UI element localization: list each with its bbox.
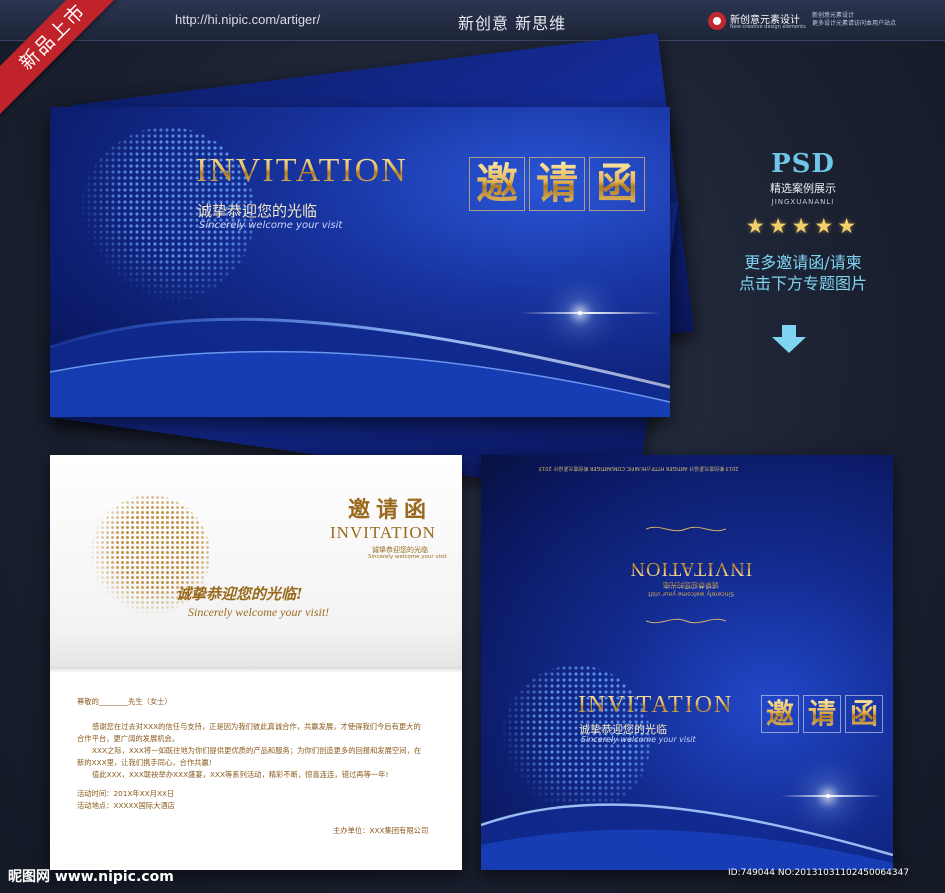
promo-line-2[interactable]: 点击下方专题图片 bbox=[718, 273, 888, 294]
salutation: 尊敬的________先生（女士） bbox=[77, 697, 172, 706]
back-top-text: 2013 新创意元素设计 ARTIGER HTTP://HI.NIPIC.COM… bbox=[539, 465, 739, 471]
letter-para-2a: XXX之际，XXX将一如既往地为你们提供更优质的产品和服务；为你们创造更多的回报… bbox=[92, 746, 422, 755]
back-subtitle-en: Sincerely welcome your visit bbox=[581, 735, 696, 744]
letter-para-1b: 合作平台，更广阔的发展机会。 bbox=[77, 734, 180, 743]
inner-title-en: INVITATION bbox=[330, 523, 436, 542]
cover-subtitle-en: Sincerely welcome your visit bbox=[199, 220, 343, 231]
psd-label: PSD bbox=[771, 149, 835, 179]
mirror-sub-cn: 诚挚恭迎您的光临 bbox=[611, 580, 771, 590]
brand-subtitle: New creative design elements bbox=[730, 24, 806, 30]
event-place: 活动地点：XXXXX国际大酒店 bbox=[77, 801, 175, 810]
cover-subtitle-cn: 诚挚恭迎您的光临 bbox=[197, 202, 318, 220]
brand-right-text: 新创意元素设计 更多设计元素请访问本用户站点 bbox=[812, 12, 897, 27]
event-host: 主办单位：XXX集团有限公司 bbox=[333, 826, 429, 835]
mirror-sub-en: Sincerely welcome your visit bbox=[611, 590, 771, 597]
inner-headline-en: Sincerely welcome your visit! bbox=[188, 605, 330, 619]
brand-logo-icon bbox=[708, 12, 726, 30]
mirror-title: INVITATION bbox=[611, 557, 771, 580]
cover-title-cn: 邀 请 函 bbox=[469, 157, 645, 211]
invitation-inner-page[interactable]: 邀请函 INVITATION 诚挚恭迎您的光临 Sincerely welcom… bbox=[50, 455, 462, 870]
invitation-back-page[interactable]: 2013 新创意元素设计 ARTIGER HTTP://HI.NIPIC.COM… bbox=[481, 455, 893, 870]
inner-headline-cn: 诚挚恭迎您的光临! bbox=[176, 585, 303, 603]
cover-title-en: INVITATION bbox=[196, 152, 408, 189]
slogan-text: 新创意 新思维 bbox=[458, 14, 567, 33]
lens-flare bbox=[578, 311, 582, 315]
back-cn-char: 请 bbox=[803, 695, 841, 733]
letter-para-1a: 感谢您在过去对XXX的信任与支持，正是因为我们彼此真诚合作，共赢发展，才使得我们… bbox=[92, 722, 421, 731]
author-url-link[interactable]: http://hi.nipic.com/artiger/ bbox=[175, 12, 320, 27]
image-id: ID:749044 NO:20131031102450064347 bbox=[728, 868, 910, 878]
cover-cn-char: 请 bbox=[529, 157, 585, 211]
promo-line-1[interactable]: 更多邀请函/请柬 bbox=[718, 252, 888, 273]
back-light-wave bbox=[481, 803, 893, 870]
invitation-cover-preview[interactable]: INVITATION 邀 请 函 诚挚恭迎您的光临 Sincerely welc… bbox=[50, 107, 670, 417]
top-bar: http://hi.nipic.com/artiger/ 新创意 新思维 新创意… bbox=[0, 0, 945, 41]
fold-line bbox=[50, 667, 462, 673]
ornament-top-icon bbox=[646, 526, 726, 532]
showcase-label: 精选案例展示 bbox=[770, 182, 836, 195]
event-time: 活动时间：201X年XX月XX日 bbox=[77, 789, 175, 798]
back-title-cn: 邀 请 函 bbox=[761, 695, 883, 733]
ornament-bottom-icon bbox=[646, 618, 726, 624]
side-promo: PSD 精选案例展示 JINGXUANANLI ★★★★★ 更多邀请函/请柬 点… bbox=[718, 150, 888, 294]
back-title-en: INVITATION bbox=[578, 692, 734, 718]
light-wave-decoration bbox=[50, 317, 670, 417]
back-lens-flare bbox=[826, 794, 830, 798]
brand-block[interactable]: 新创意元素设计 New creative design elements 新创意… bbox=[708, 10, 938, 34]
lens-flare-line bbox=[520, 312, 660, 314]
letter-para-3: 值此XXX，XXX联袂举办XXX盛宴，XXX等系列活动，精彩不断，惊喜连连，错过… bbox=[92, 770, 389, 779]
inner-title-cn: 邀请函 bbox=[348, 497, 433, 523]
letter-para-2b: 新的XXX里，让我们携手同心，合作共赢! bbox=[77, 758, 212, 767]
inner-sub-en-small: Sincerely welcome your visit bbox=[368, 554, 447, 560]
back-cn-char: 邀 bbox=[761, 695, 799, 733]
back-cn-char: 函 bbox=[845, 695, 883, 733]
site-watermark: 昵图网 www.nipic.com bbox=[8, 869, 174, 885]
cover-cn-char: 邀 bbox=[469, 157, 525, 211]
rating-stars-icon: ★★★★★ bbox=[745, 214, 861, 238]
showcase-pinyin: JINGXUANANLI bbox=[771, 198, 835, 206]
cover-cn-char: 函 bbox=[589, 157, 645, 211]
back-lens-flare-line bbox=[781, 795, 881, 797]
